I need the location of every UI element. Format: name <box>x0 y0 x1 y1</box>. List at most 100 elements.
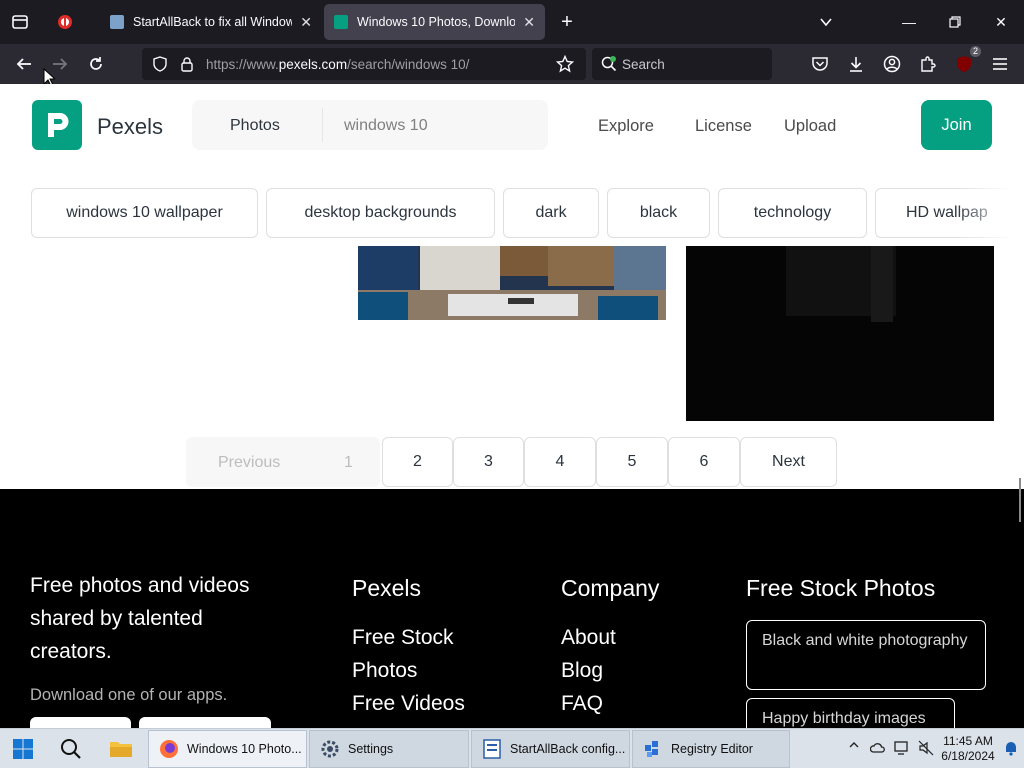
chips-fade-overlay <box>956 184 1024 242</box>
taskbar-app-label: Registry Editor <box>671 742 753 756</box>
search-type-dropdown[interactable]: Photos <box>230 117 280 135</box>
chip-technology[interactable]: technology <box>718 188 867 238</box>
page-4-button[interactable]: 4 <box>524 437 596 487</box>
window-close-icon[interactable]: ✕ <box>978 0 1024 44</box>
footer-link-blog[interactable]: Blog <box>561 654 603 687</box>
close-icon[interactable]: ✕ <box>300 14 312 31</box>
pexels-logo-icon[interactable] <box>32 100 82 150</box>
bookmark-star-icon[interactable] <box>555 54 575 78</box>
nav-license[interactable]: License <box>695 117 752 136</box>
footer-stock-heading: Free Stock Photos <box>746 575 936 601</box>
page-scrollbar-thumb[interactable] <box>1019 478 1021 522</box>
gear-icon <box>320 739 340 759</box>
speaker-muted-icon[interactable] <box>918 740 934 759</box>
extension-badge: 2 <box>969 46 981 57</box>
search-placeholder: Search <box>622 57 665 72</box>
join-button[interactable]: Join <box>921 100 992 150</box>
nav-explore[interactable]: Explore <box>598 117 654 136</box>
browser-navigation-bar: https://www.pexels.com/search/windows 10… <box>0 44 1024 87</box>
registry-editor-icon <box>643 739 663 759</box>
site-footer: Free photos and videos shared by talente… <box>0 489 1024 728</box>
tab-windows-10-photos[interactable]: Windows 10 Photos, Download The ✕ <box>324 4 545 40</box>
taskbar-app-startallback[interactable]: StartAllBack config... <box>471 730 630 768</box>
browser-tab-bar: StartAllBack to fix all Windows 1 ✕ Wind… <box>0 0 1024 44</box>
footer-link-about[interactable]: About <box>561 621 616 654</box>
photo-dark-room[interactable] <box>686 246 994 421</box>
ublock-extension-icon[interactable]: 2 <box>950 46 981 78</box>
taskbar-app-label: Settings <box>348 742 394 756</box>
chip-dark[interactable]: dark <box>503 188 599 238</box>
previous-label: Previous <box>218 454 281 471</box>
clock-time: 11:45 AM <box>943 734 993 748</box>
windows-taskbar: Windows 10 Photo... Settings StartAllBac… <box>0 728 1024 768</box>
minimize-icon[interactable]: — <box>886 0 932 44</box>
page-2-button[interactable]: 2 <box>382 437 453 487</box>
footer-pexels-heading: Pexels <box>352 575 422 601</box>
shield-icon[interactable] <box>152 56 168 77</box>
account-icon[interactable] <box>878 50 906 78</box>
download-icon[interactable] <box>842 50 870 78</box>
page-5-button[interactable]: 5 <box>596 437 668 487</box>
footer-link-photos[interactable]: Photos <box>352 654 417 687</box>
google-play-button[interactable] <box>139 717 271 728</box>
pexels-favicon-icon <box>334 15 348 29</box>
taskbar-app-registry-editor[interactable]: Registry Editor <box>632 730 790 768</box>
url-path: /search/windows 10/ <box>347 57 470 72</box>
chevron-up-icon[interactable] <box>848 739 860 754</box>
apps-text: Download one of our apps. <box>30 686 228 704</box>
nav-upload[interactable]: Upload <box>784 117 836 136</box>
search-box[interactable]: Photos windows 10 <box>192 100 548 150</box>
notification-bell-icon[interactable] <box>1004 740 1018 759</box>
search-icon[interactable] <box>56 734 86 764</box>
tab-overview-icon[interactable] <box>7 9 33 35</box>
extensions-puzzle-icon[interactable] <box>914 50 942 78</box>
search-bar[interactable]: Search <box>592 48 772 80</box>
footer-link-faq[interactable]: FAQ <box>561 687 603 720</box>
network-monitor-icon[interactable] <box>894 740 910 759</box>
cloud-sync-icon[interactable] <box>869 740 886 759</box>
page-6-button[interactable]: 6 <box>668 437 740 487</box>
taskbar-app-settings[interactable]: Settings <box>309 730 469 768</box>
url-domain: pexels.com <box>278 57 348 72</box>
pocket-icon[interactable] <box>806 50 834 78</box>
address-bar[interactable]: https://www.pexels.com/search/windows 10… <box>142 48 586 80</box>
restore-icon[interactable] <box>932 0 978 44</box>
stock-link-black-and-white[interactable]: Black and white photography <box>746 620 986 690</box>
windows-start-icon[interactable] <box>8 734 38 764</box>
chip-windows-10-wallpaper[interactable]: windows 10 wallpaper <box>31 188 258 238</box>
stock-link-happy-birthday[interactable]: Happy birthday images <box>746 698 955 728</box>
footer-company-heading: Company <box>561 575 660 601</box>
url-text[interactable]: https://www.pexels.com/search/windows 10… <box>206 57 469 72</box>
reload-icon[interactable] <box>82 50 110 78</box>
file-explorer-icon[interactable] <box>106 734 136 764</box>
brand-name[interactable]: Pexels <box>97 114 163 140</box>
taskbar-app-firefox[interactable]: Windows 10 Photo... <box>148 730 307 768</box>
tab-startallback[interactable]: StartAllBack to fix all Windows 1 ✕ <box>100 4 322 40</box>
tab-title: Windows 10 Photos, Download The <box>357 15 516 29</box>
search-engine-icon <box>601 56 617 77</box>
lock-icon[interactable] <box>180 56 194 77</box>
footer-link-free-stock[interactable]: Free Stock <box>352 621 454 654</box>
system-clock[interactable]: 11:45 AM 6/18/2024 <box>936 734 1000 764</box>
chip-desktop-backgrounds[interactable]: desktop backgrounds <box>266 188 495 238</box>
search-input[interactable]: windows 10 <box>344 117 428 135</box>
footer-link-free-videos[interactable]: Free Videos <box>352 687 465 720</box>
back-arrow-icon[interactable] <box>10 50 38 78</box>
startallback-icon <box>482 739 502 759</box>
chip-black[interactable]: black <box>607 188 710 238</box>
app-store-button[interactable] <box>30 717 131 728</box>
page-3-button[interactable]: 3 <box>453 437 524 487</box>
footer-tagline: Free photos and videos shared by talente… <box>30 574 250 663</box>
photo-living-room[interactable] <box>358 246 666 320</box>
firefox-icon <box>159 739 179 759</box>
chevron-down-icon[interactable] <box>813 9 839 35</box>
hamburger-menu-icon[interactable] <box>986 50 1014 78</box>
pinned-tab-icon[interactable] <box>52 9 78 35</box>
current-page-label: 1 <box>344 454 353 471</box>
new-tab-plus-icon[interactable]: + <box>554 9 580 35</box>
next-page-button[interactable]: Next <box>740 437 837 487</box>
taskbar-app-label: StartAllBack config... <box>510 742 626 756</box>
close-icon[interactable]: ✕ <box>523 14 535 31</box>
divider <box>322 108 323 142</box>
taskbar-app-label: Windows 10 Photo... <box>187 742 302 756</box>
